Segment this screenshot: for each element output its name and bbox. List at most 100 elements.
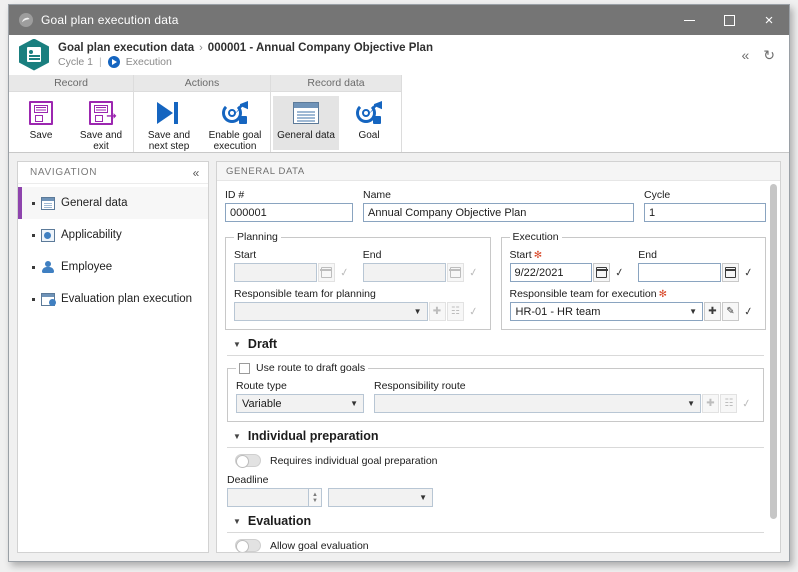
sidebar-item-applicability[interactable]: Applicability: [18, 219, 208, 251]
clear-brush-icon[interactable]: ✓: [463, 262, 483, 284]
id-input[interactable]: 000001: [225, 203, 353, 222]
goal-button[interactable]: Goal: [339, 96, 399, 150]
save-and-next-step-label: Save and next step: [147, 130, 191, 152]
header-texts: Goal plan execution data › 000001 - Annu…: [58, 42, 433, 68]
sidebar-item-label: Evaluation plan execution: [61, 293, 193, 305]
main-body: NAVIGATION « General data Applicability: [9, 153, 789, 561]
planning-start-group: Start ✓: [234, 249, 353, 282]
status-label: Execution: [125, 55, 172, 68]
sidebar-item-evaluation-plan-execution[interactable]: Evaluation plan execution: [18, 283, 208, 315]
edit-pencil-icon[interactable]: ✎: [722, 302, 739, 321]
breadcrumb-current: 000001 - Annual Company Objective Plan: [207, 41, 433, 54]
ribbon-group-title: Record data: [271, 75, 401, 92]
deadline-stepper[interactable]: ▲ ▼: [309, 488, 322, 507]
clear-brush-icon[interactable]: ✓: [334, 262, 354, 284]
add-icon[interactable]: ✚: [702, 394, 719, 413]
application-window: Goal plan execution data × Goal plan exe…: [8, 4, 790, 562]
collapse-ribbon-icon[interactable]: «: [741, 48, 749, 62]
next-step-icon: [156, 99, 182, 127]
calendar-icon[interactable]: [317, 263, 335, 282]
ribbon-group-actions: Actions Save and next step Enable goal e…: [134, 75, 271, 152]
play-icon: [107, 55, 120, 68]
required-marker-icon: ✻: [533, 250, 543, 261]
general-data-label: General data: [277, 130, 335, 141]
collapse-navigation-icon[interactable]: «: [193, 166, 200, 180]
use-route-legend: Use route to draft goals: [236, 362, 368, 374]
enable-goal-execution-button[interactable]: Enable goal execution: [202, 96, 268, 152]
breadcrumb-separator-icon: ›: [199, 41, 203, 54]
execution-start-input[interactable]: 9/22/2021: [509, 263, 593, 282]
search-binoculars-icon[interactable]: ☷: [446, 302, 464, 321]
planning-start-input[interactable]: [234, 263, 317, 282]
clear-brush-icon[interactable]: ✓: [736, 393, 756, 415]
employee-icon: [41, 260, 55, 274]
allow-goal-evaluation-toggle[interactable]: [235, 539, 261, 552]
title-bar: Goal plan execution data ×: [9, 5, 789, 35]
individual-preparation-section-header[interactable]: ▼ Individual preparation: [225, 422, 766, 447]
bullet-icon: [32, 201, 35, 205]
calendar-icon[interactable]: [446, 263, 464, 282]
clear-brush-icon[interactable]: ✓: [738, 301, 758, 323]
execution-end-input[interactable]: [638, 263, 721, 282]
execution-start-group: Start ✻ 9/22/2021 ✓: [509, 249, 630, 284]
execution-group: Execution Start ✻ 9/22/2021 ✓ End ✓ Resp…: [500, 231, 766, 330]
planning-start-label: Start: [234, 249, 257, 261]
chevron-down-icon: ▼: [689, 307, 697, 316]
evaluation-section-header[interactable]: ▼ Evaluation: [225, 507, 766, 532]
use-route-label: Use route to draft goals: [256, 362, 366, 374]
cycle-input[interactable]: 1: [644, 203, 766, 222]
execution-end-label: End: [638, 249, 657, 261]
calendar-icon[interactable]: [722, 263, 739, 282]
navigation-pane: NAVIGATION « General data Applicability: [17, 161, 209, 553]
responsibility-route-select[interactable]: ▼: [374, 394, 701, 413]
general-data-button[interactable]: General data: [273, 96, 339, 150]
deadline-input[interactable]: [227, 488, 309, 507]
planning-end-input[interactable]: [362, 263, 446, 282]
goal-target-icon: [356, 99, 382, 127]
search-binoculars-icon[interactable]: ☷: [720, 394, 737, 413]
clear-brush-icon[interactable]: ✓: [463, 301, 483, 323]
name-input[interactable]: Annual Company Objective Plan: [363, 203, 634, 222]
chevron-down-icon: ▼: [350, 399, 358, 408]
maximize-button[interactable]: [709, 5, 749, 35]
execution-team-label: Responsible team for execution ✻: [510, 288, 758, 300]
minimize-button[interactable]: [669, 5, 709, 35]
execution-legend: Execution: [512, 231, 559, 243]
close-button[interactable]: ×: [749, 5, 789, 35]
content-section-title: GENERAL DATA: [217, 162, 780, 181]
sidebar-item-general-data[interactable]: General data: [18, 187, 208, 219]
execution-team-select[interactable]: HR-01 - HR team ▼: [509, 302, 703, 321]
save-and-exit-button[interactable]: ➞ Save and exit: [71, 96, 131, 152]
goal-label: Goal: [358, 130, 380, 141]
add-icon[interactable]: ✚: [428, 302, 446, 321]
sidebar-item-label: Applicability: [61, 229, 122, 241]
section-divider: [227, 532, 764, 533]
allow-goal-evaluation-label: Allow goal evaluation: [270, 539, 369, 552]
requires-individual-preparation-toggle[interactable]: [235, 454, 261, 468]
applicability-icon: [41, 228, 55, 242]
id-field-group: ID # 000001: [225, 189, 353, 222]
save-button[interactable]: Save: [11, 96, 71, 150]
cycle-field-group: Cycle 1: [644, 189, 766, 222]
add-icon[interactable]: ✚: [704, 302, 721, 321]
sidebar-item-employee[interactable]: Employee: [18, 251, 208, 283]
draft-section-header[interactable]: ▼ Draft: [225, 330, 766, 355]
save-and-next-step-button[interactable]: Save and next step: [136, 96, 202, 152]
use-route-checkbox[interactable]: [239, 362, 250, 374]
refresh-icon[interactable]: ↻: [763, 48, 775, 62]
calendar-icon[interactable]: [593, 263, 611, 282]
route-type-select[interactable]: Variable ▼: [236, 394, 364, 413]
clear-brush-icon[interactable]: ✓: [610, 262, 630, 284]
section-divider: [227, 355, 764, 356]
planning-team-select[interactable]: ▼: [234, 302, 428, 321]
name-label: Name: [363, 189, 392, 201]
caret-down-icon: ▼: [233, 339, 241, 349]
breadcrumb-root[interactable]: Goal plan execution data: [58, 42, 194, 54]
deadline-group: Deadline ▲ ▼ ▼: [225, 474, 766, 507]
navigation-list: General data Applicability Employee Eval…: [18, 184, 208, 315]
deadline-unit-select[interactable]: ▼: [328, 488, 433, 507]
ribbon-group-title: Record: [9, 75, 133, 92]
clear-brush-icon[interactable]: ✓: [738, 262, 758, 284]
draft-group: Use route to draft goals Route type Vari…: [227, 362, 764, 422]
header-actions: « ↻: [741, 48, 781, 62]
